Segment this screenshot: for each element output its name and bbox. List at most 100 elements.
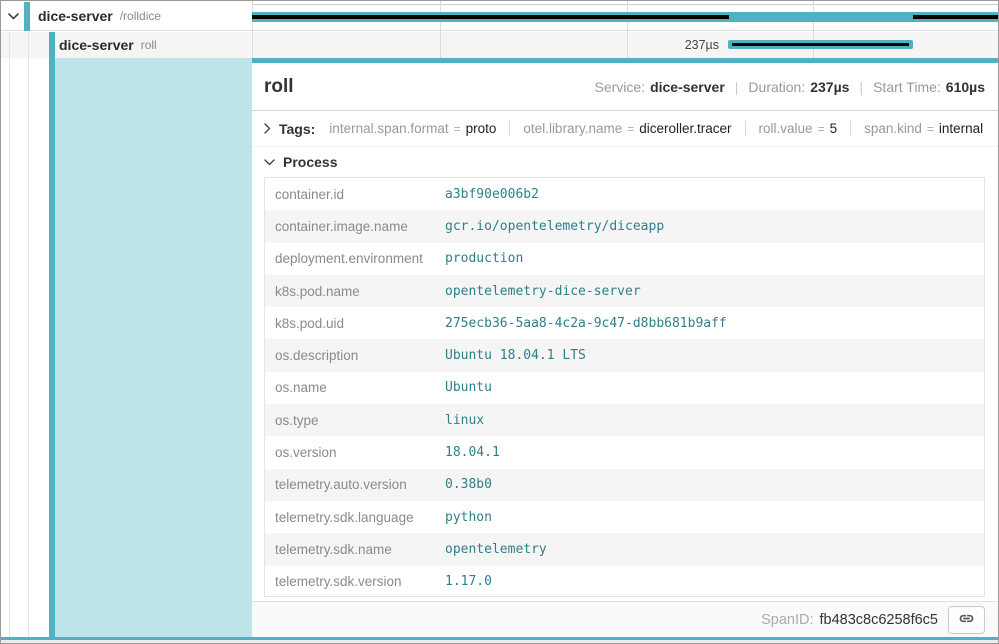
- kv-value: 1.17.0: [445, 574, 492, 589]
- span-detail-panel: roll Service: dice-server | Duration: 23…: [252, 58, 998, 637]
- tag-item: otel.library.name = diceroller.tracer: [509, 121, 731, 136]
- tag-key: roll.value: [759, 121, 813, 136]
- span-name-rolldice[interactable]: dice-server /rolldice: [38, 1, 161, 31]
- kv-value: python: [445, 510, 492, 525]
- table-row: os.nameUbuntu: [265, 372, 984, 404]
- span-name-roll[interactable]: dice-server roll: [59, 32, 157, 58]
- kv-key: container.image.name: [265, 219, 445, 234]
- tags-label: Tags:: [279, 121, 315, 137]
- kv-value: 18.04.1: [445, 445, 500, 460]
- table-row: os.descriptionUbuntu 18.04.1 LTS: [265, 339, 984, 371]
- tag-key: internal.span.format: [329, 121, 448, 136]
- chevron-down-icon: [264, 159, 275, 166]
- duration-label: Duration:: [748, 79, 805, 95]
- tag-key: otel.library.name: [523, 121, 622, 136]
- equals-sign: =: [927, 122, 934, 136]
- kv-value: production: [445, 251, 523, 266]
- tag-key: span.kind: [864, 121, 922, 136]
- span-color-accent: [49, 32, 55, 637]
- chevron-down-icon[interactable]: [5, 9, 21, 24]
- equals-sign: =: [454, 122, 461, 136]
- tag-value: diceroller.tracer: [639, 121, 731, 136]
- span-detail-header: roll Service: dice-server | Duration: 23…: [252, 63, 998, 111]
- tag-value: 5: [830, 121, 838, 136]
- critical-path-segment: [252, 15, 729, 19]
- kv-value: a3bf90e006b2: [445, 187, 539, 202]
- table-row: telemetry.sdk.languagepython: [265, 501, 984, 533]
- tags-summary-list: internal.span.format = proto otel.librar…: [329, 121, 983, 136]
- duration-value: 237µs: [810, 79, 849, 95]
- service-value: dice-server: [650, 79, 725, 95]
- tag-item: internal.span.format = proto: [329, 121, 496, 136]
- table-row: telemetry.auto.version0.38b0: [265, 469, 984, 501]
- kv-key: telemetry.sdk.name: [265, 542, 445, 557]
- chevron-right-icon: [264, 123, 271, 134]
- page-bottom-strip: [1, 640, 998, 643]
- span-overview-stats: Service: dice-server | Duration: 237µs |…: [594, 79, 985, 95]
- kv-key: telemetry.auto.version: [265, 477, 445, 492]
- tags-accordion-header[interactable]: Tags: internal.span.format = proto otel.…: [252, 111, 998, 147]
- tag-value: proto: [466, 121, 497, 136]
- table-row: k8s.pod.nameopentelemetry-dice-server: [265, 275, 984, 307]
- tag-value: internal: [939, 121, 983, 136]
- kv-key: telemetry.sdk.language: [265, 510, 445, 525]
- service-name: dice-server: [59, 37, 134, 53]
- critical-path-segment: [732, 43, 909, 46]
- table-row: container.image.namegcr.io/opentelemetry…: [265, 210, 984, 242]
- service-name: dice-server: [38, 8, 113, 24]
- selected-span-highlight[interactable]: [55, 58, 252, 637]
- span-id-value: fb483c8c6258f6c5: [819, 612, 938, 628]
- kv-key: os.name: [265, 380, 445, 395]
- table-row: deployment.environmentproduction: [265, 243, 984, 275]
- timeline-gridline: [252, 1, 253, 58]
- kv-key: os.version: [265, 445, 445, 460]
- table-row: container.ida3bf90e006b2: [265, 178, 984, 210]
- process-accordion-header[interactable]: Process: [252, 147, 998, 177]
- table-row: telemetry.sdk.nameopentelemetry: [265, 533, 984, 565]
- span-color-accent: [24, 2, 30, 31]
- tag-item: span.kind = internal: [850, 121, 983, 136]
- kv-value: opentelemetry-dice-server: [445, 284, 641, 299]
- kv-key: telemetry.sdk.version: [265, 574, 445, 589]
- process-key-value-table: container.ida3bf90e006b2 container.image…: [264, 177, 985, 597]
- span-duration-label: 237µs: [609, 38, 719, 52]
- link-icon: [958, 610, 975, 630]
- jaeger-trace-view: 237µs dice-server /rolldice dice-server …: [0, 0, 999, 644]
- kv-value: Ubuntu: [445, 380, 492, 395]
- divider: |: [859, 79, 863, 95]
- process-label: Process: [283, 154, 337, 170]
- kv-value: opentelemetry: [445, 542, 547, 557]
- span-detail-footer: SpanID: fb483c8c6258f6c5: [252, 601, 998, 637]
- equals-sign: =: [818, 122, 825, 136]
- divider: |: [735, 79, 739, 95]
- kv-key: deployment.environment: [265, 251, 445, 266]
- operation-name: roll: [141, 38, 157, 52]
- table-row: k8s.pod.uid275ecb36-5aa8-4c2a-9c47-d8bb6…: [265, 307, 984, 339]
- kv-key: k8s.pod.name: [265, 284, 445, 299]
- indent-guide: [28, 32, 29, 637]
- table-row: os.typelinux: [265, 404, 984, 436]
- kv-value: 275ecb36-5aa8-4c2a-9c47-d8bb681b9aff: [445, 316, 727, 331]
- indent-guide: [9, 32, 10, 637]
- kv-key: os.description: [265, 348, 445, 363]
- timeline-gridline: [440, 1, 441, 58]
- tag-item: roll.value = 5: [745, 121, 838, 136]
- kv-value: gcr.io/opentelemetry/diceapp: [445, 219, 664, 234]
- operation-name: /rolldice: [120, 9, 161, 23]
- critical-path-segment: [913, 15, 998, 19]
- kv-key: os.type: [265, 413, 445, 428]
- span-title: roll: [264, 76, 294, 98]
- timeline-ruler-line: [252, 4, 998, 5]
- kv-key: container.id: [265, 187, 445, 202]
- table-row: os.version18.04.1: [265, 436, 984, 468]
- deep-link-button[interactable]: [948, 606, 985, 634]
- kv-value: 0.38b0: [445, 477, 492, 492]
- kv-key: k8s.pod.uid: [265, 316, 445, 331]
- kv-value: Ubuntu 18.04.1 LTS: [445, 348, 586, 363]
- timeline-gridline: [813, 1, 814, 58]
- service-label: Service:: [594, 79, 645, 95]
- equals-sign: =: [627, 122, 634, 136]
- table-row: telemetry.sdk.version1.17.0: [265, 566, 984, 598]
- start-time-label: Start Time:: [873, 79, 941, 95]
- kv-value: linux: [445, 413, 484, 428]
